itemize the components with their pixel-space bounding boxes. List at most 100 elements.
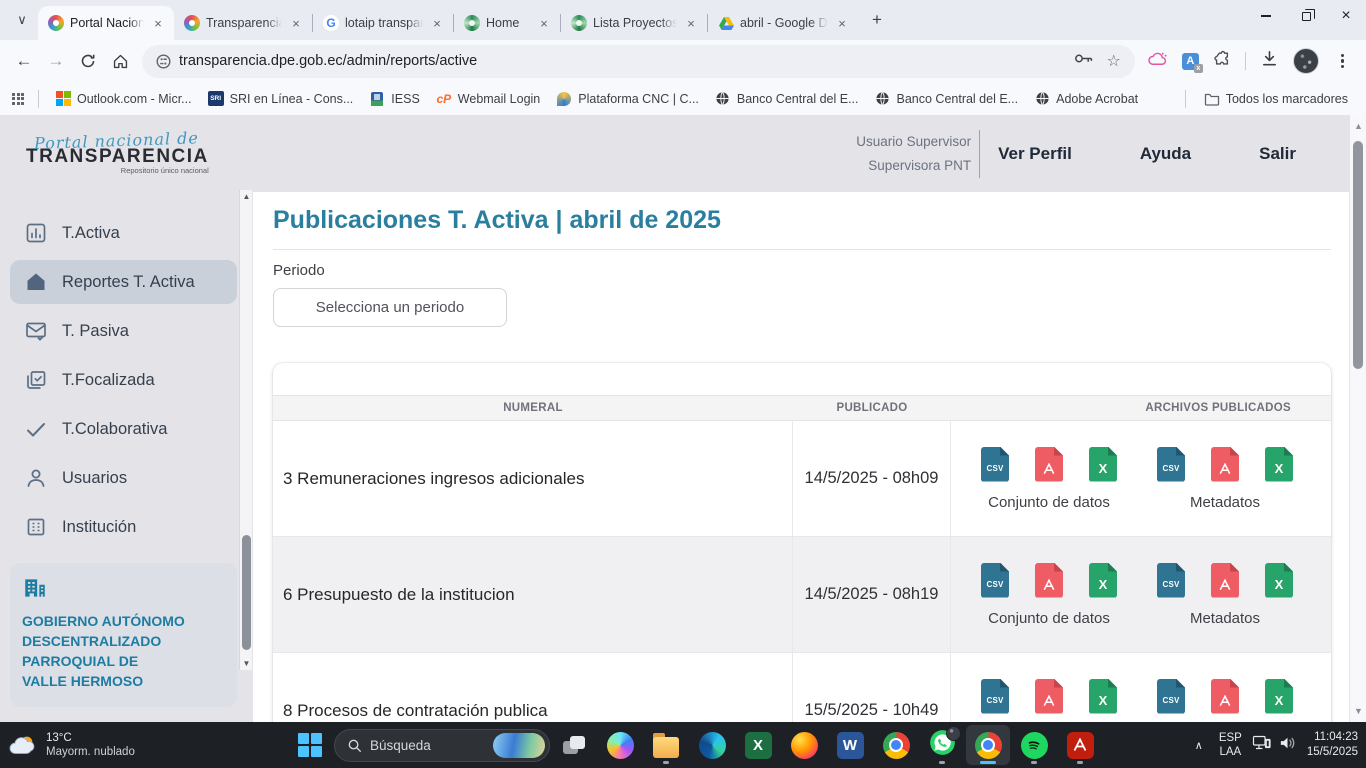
csv-file-icon[interactable]: CSV [1157,447,1185,482]
whatsapp-button[interactable] [920,725,964,765]
edge-button[interactable] [690,725,734,765]
clock-widget[interactable]: 11:04:23 15/5/2025 [1307,730,1358,760]
excel-button[interactable]: X [736,725,780,765]
weather-extension-icon[interactable] [1147,51,1168,72]
password-key-icon[interactable] [1074,52,1094,70]
sidebar-item-reportes-t-activa[interactable]: Reportes T. Activa [10,260,237,304]
excel-file-icon[interactable]: X [1089,447,1117,482]
chrome-active-button[interactable] [966,725,1010,765]
bookmark-webmail[interactable]: cP Webmail Login [428,87,548,111]
excel-file-icon[interactable]: X [1265,679,1293,714]
acrobat-button[interactable] [1058,725,1102,765]
tab-portal-nacional[interactable]: Portal Nacional de Tra × [38,6,174,40]
active-institution-card[interactable]: GOBIERNO AUTÓNOMO DESCENTRALIZADO PARROQ… [10,563,237,707]
tab-google-drive[interactable]: abril - Google Drive × [708,6,858,40]
tab-close-icon[interactable]: × [834,15,850,31]
keyboard-language-indicator[interactable]: ESP LAA [1219,731,1242,759]
bookmark-cnc[interactable]: Plataforma CNC | C... [548,87,707,111]
word-button[interactable]: W [828,725,872,765]
pdf-file-icon[interactable] [1035,679,1063,714]
translate-icon[interactable]: A [1182,53,1199,70]
forward-button[interactable]: → [40,45,72,77]
copilot-button[interactable] [598,725,642,765]
bookmark-banco-central-1[interactable]: Banco Central del E... [707,87,867,111]
tab-close-icon[interactable]: × [429,15,445,31]
tab-google-search[interactable]: G lotaip transparencia a × [313,6,453,40]
bookmark-star-icon[interactable]: ☆ [1106,51,1120,71]
network-icon[interactable] [1252,734,1272,756]
sidebar-scrollbar[interactable]: ▲ ▼ [239,190,252,670]
side-panel-apps-icon[interactable] [10,91,26,107]
sidebar-item-institucion[interactable]: Institución [10,505,237,549]
url-text[interactable]: transparencia.dpe.gob.ec/admin/reports/a… [179,53,1074,69]
browser-menu-icon[interactable] [1333,50,1352,73]
page-scrollbar-thumb[interactable] [1353,141,1363,369]
hidden-icons-chevron[interactable]: ∧ [1189,733,1209,758]
ver-perfil-link[interactable]: Ver Perfil [998,144,1072,164]
tab-list-chevron-button[interactable]: ∨ [8,6,36,34]
start-button[interactable] [288,725,332,765]
select-period-button[interactable]: Selecciona un periodo [273,288,507,327]
sidebar-item-t-pasiva[interactable]: T. Pasiva [10,309,237,353]
page-scrollbar[interactable]: ▲ ▼ [1349,115,1366,722]
window-close-button[interactable]: × [1326,0,1366,32]
csv-file-icon[interactable]: CSV [981,679,1009,714]
window-minimize-button[interactable] [1246,0,1286,32]
new-tab-button[interactable]: + [864,7,890,33]
bookmark-sri[interactable]: SRI SRI en Línea - Cons... [200,87,362,111]
site-settings-icon[interactable] [156,54,171,69]
reload-button[interactable] [72,45,104,77]
extensions-puzzle-icon[interactable] [1213,50,1231,73]
chrome-button[interactable] [874,725,918,765]
address-bar[interactable]: transparencia.dpe.gob.ec/admin/reports/a… [142,45,1135,78]
pdf-file-icon[interactable] [1211,447,1239,482]
sidebar-item-t-focalizada[interactable]: T.Focalizada [10,358,237,402]
back-button[interactable]: ← [8,45,40,77]
excel-file-icon[interactable]: X [1265,447,1293,482]
task-view-button[interactable] [552,725,596,765]
volume-icon[interactable] [1278,735,1297,756]
excel-file-icon[interactable]: X [1089,563,1117,598]
tab-close-icon[interactable]: × [288,15,304,31]
scroll-down-arrow[interactable]: ▼ [240,659,253,668]
bookmark-banco-central-2[interactable]: Banco Central del E... [867,87,1027,111]
all-bookmarks-button[interactable]: Todos los marcadores [1196,87,1356,111]
tab-close-icon[interactable]: × [536,15,552,31]
scroll-down-arrow[interactable]: ▼ [1350,706,1366,716]
csv-file-icon[interactable]: CSV [1157,563,1185,598]
pdf-file-icon[interactable] [1211,563,1239,598]
csv-file-icon[interactable]: CSV [981,447,1009,482]
tab-transparencia-lotaip[interactable]: Transparencia LOTAIP × [174,6,312,40]
firefox-button[interactable] [782,725,826,765]
sidebar-item-t-activa[interactable]: T.Activa [10,211,237,255]
profile-avatar[interactable] [1293,48,1319,74]
tab-home[interactable]: Home × [454,6,560,40]
pdf-file-icon[interactable] [1035,563,1063,598]
salir-link[interactable]: Salir [1259,144,1296,164]
excel-file-icon[interactable]: X [1265,563,1293,598]
home-button[interactable] [104,45,136,77]
taskbar-weather-widget[interactable]: 13°C Mayorm. nublado [8,722,135,768]
file-explorer-button[interactable] [644,725,688,765]
sidebar-item-t-colaborativa[interactable]: T.Colaborativa [10,407,237,451]
bookmark-outlook[interactable]: Outlook.com - Micr... [47,87,200,111]
csv-file-icon[interactable]: CSV [981,563,1009,598]
pdf-file-icon[interactable] [1035,447,1063,482]
bookmark-adobe-acrobat[interactable]: Adobe Acrobat [1026,87,1146,111]
window-restore-button[interactable] [1286,0,1326,32]
scroll-up-arrow[interactable]: ▲ [240,192,253,201]
spotify-button[interactable] [1012,725,1056,765]
sidebar-scrollbar-thumb[interactable] [242,535,251,650]
taskbar-search[interactable]: Búsqueda [334,729,550,762]
tab-close-icon[interactable]: × [683,15,699,31]
tab-close-icon[interactable]: × [150,15,166,31]
tab-lista-proyectos[interactable]: Lista Proyectos Repor × [561,6,707,40]
ayuda-link[interactable]: Ayuda [1140,144,1191,164]
sidebar-item-usuarios[interactable]: Usuarios [10,456,237,500]
scroll-up-arrow[interactable]: ▲ [1350,121,1366,131]
bookmark-iess[interactable]: IESS [361,87,428,111]
excel-file-icon[interactable]: X [1089,679,1117,714]
pdf-file-icon[interactable] [1211,679,1239,714]
downloads-icon[interactable] [1260,49,1279,73]
csv-file-icon[interactable]: CSV [1157,679,1185,714]
